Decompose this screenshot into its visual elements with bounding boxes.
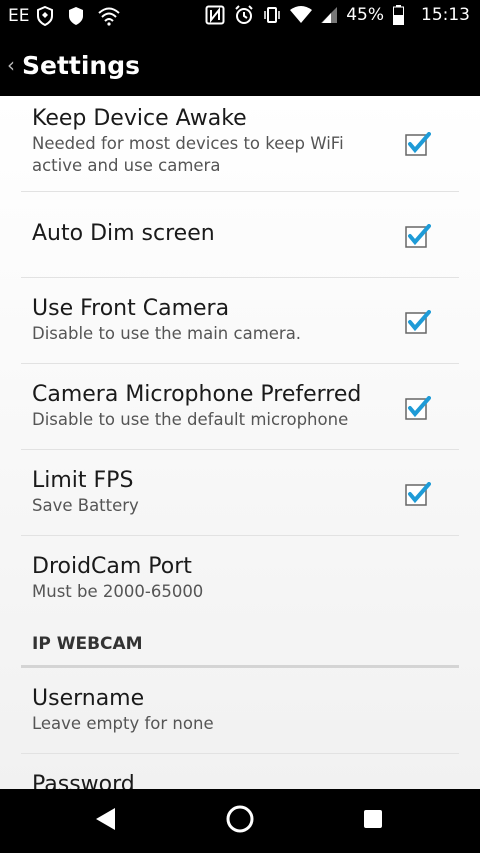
keep-awake-checkbox[interactable]: [405, 132, 431, 156]
setting-title: Camera Microphone Preferred: [32, 382, 362, 407]
setting-summary: Needed for most devices to keep WiFi act…: [32, 134, 344, 175]
battery-icon: [393, 5, 404, 25]
home-button[interactable]: [200, 789, 280, 853]
setting-summary: Must be 2000-65000: [32, 582, 204, 601]
back-chevron-icon[interactable]: ‹: [0, 34, 22, 96]
setting-password[interactable]: Password: [21, 754, 459, 789]
setting-droidcam-port[interactable]: DroidCam Port Must be 2000-65000: [21, 536, 459, 622]
setting-keep-device-awake[interactable]: Keep Device Awake Needed for most device…: [21, 96, 459, 192]
setting-camera-microphone[interactable]: Camera Microphone Preferred Disable to u…: [21, 364, 459, 450]
cell-signal-icon: [321, 6, 338, 24]
wifi-icon: [98, 6, 120, 26]
limit-fps-checkbox[interactable]: [405, 482, 431, 506]
recents-button[interactable]: [333, 789, 413, 853]
page-title: Settings: [22, 50, 141, 80]
home-icon: [225, 804, 255, 838]
wifi-signal-icon: [290, 6, 313, 24]
setting-summary: Disable to use the default microphone: [32, 410, 349, 429]
status-bar: EE 45% 15:13: [0, 0, 480, 34]
app-bar: ‹ Settings: [0, 34, 480, 96]
settings-list[interactable]: Keep Device Awake Needed for most device…: [0, 96, 480, 789]
setting-title: Use Front Camera: [32, 296, 230, 321]
nfc-icon: [205, 5, 225, 25]
back-icon: [93, 806, 119, 836]
setting-title: Keep Device Awake: [32, 106, 247, 131]
front-camera-checkbox[interactable]: [405, 310, 431, 334]
setting-summary: Leave empty for none: [32, 714, 214, 733]
setting-auto-dim[interactable]: Auto Dim screen: [21, 192, 459, 278]
setting-title: Auto Dim screen: [32, 221, 215, 246]
setting-limit-fps[interactable]: Limit FPS Save Battery: [21, 450, 459, 536]
setting-title: Limit FPS: [32, 468, 134, 493]
category-ip-webcam: IP WEBCAM: [21, 622, 459, 668]
camera-mic-checkbox[interactable]: [405, 396, 431, 420]
shield-icon: [36, 6, 54, 26]
vpn-icon: [68, 6, 84, 26]
alarm-icon: [234, 5, 254, 25]
setting-title: Password: [32, 772, 135, 789]
setting-username[interactable]: Username Leave empty for none: [21, 668, 459, 754]
vibrate-icon: [263, 5, 281, 25]
carrier-label: EE: [8, 6, 30, 26]
battery-percent: 45%: [346, 5, 384, 25]
setting-title: DroidCam Port: [32, 554, 192, 579]
setting-summary: Save Battery: [32, 496, 139, 515]
setting-title: Username: [32, 686, 145, 711]
back-button[interactable]: [66, 789, 146, 853]
setting-summary: Disable to use the main camera.: [32, 324, 302, 343]
clock: 15:13: [421, 5, 470, 25]
recents-icon: [362, 808, 384, 834]
setting-front-camera[interactable]: Use Front Camera Disable to use the main…: [21, 278, 459, 364]
navigation-bar: [0, 789, 480, 853]
auto-dim-checkbox[interactable]: [405, 224, 431, 248]
